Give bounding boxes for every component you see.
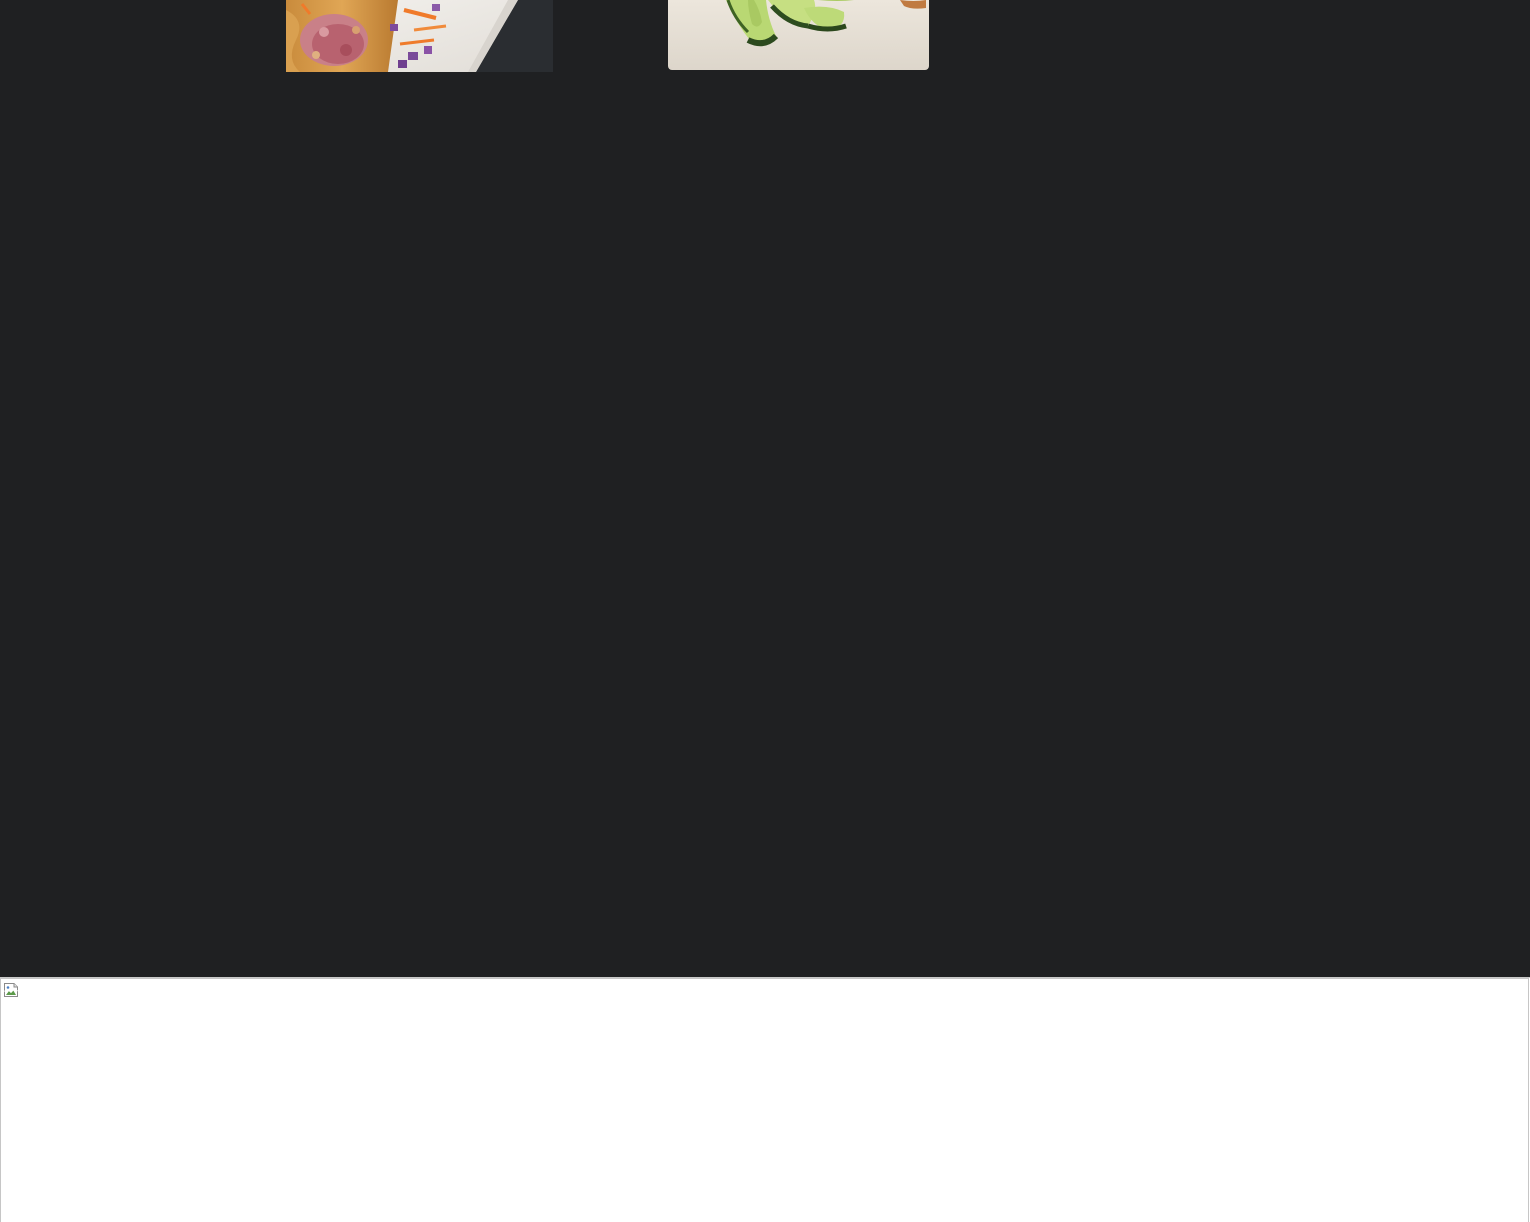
eggroll-photo-image (286, 0, 553, 72)
page (0, 0, 1530, 1222)
footer-image-frame (0, 978, 1529, 1222)
gallery-photo-eggroll[interactable] (286, 0, 553, 72)
gallery-section (0, 0, 1530, 977)
footer-image-area (0, 977, 1530, 1222)
cucumber-photo-image (668, 0, 929, 70)
broken-image-icon (3, 982, 19, 998)
gallery-photo-cucumber[interactable] (668, 0, 929, 70)
